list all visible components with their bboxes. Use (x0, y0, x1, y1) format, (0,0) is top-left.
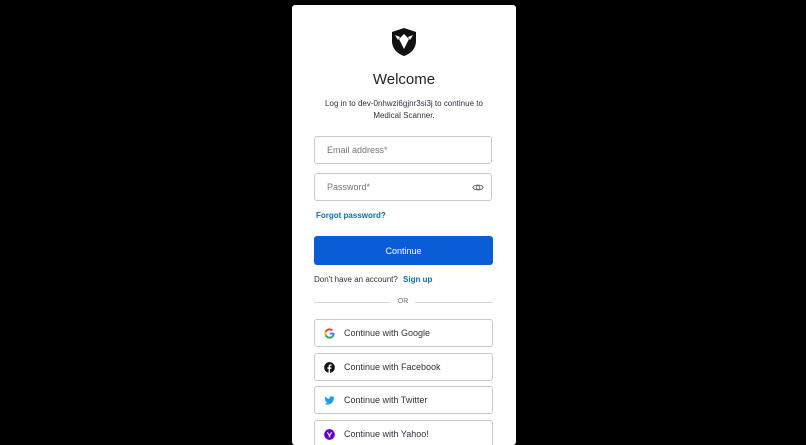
divider-line-left (314, 302, 391, 303)
google-icon (324, 328, 335, 339)
continue-with-facebook-button[interactable]: Continue with Facebook (314, 353, 493, 381)
forgot-password-link[interactable]: Forgot password? (316, 211, 386, 220)
yahoo-icon (324, 429, 335, 440)
signup-row: Don't have an account? Sign up (314, 275, 432, 284)
facebook-button-label: Continue with Facebook (344, 362, 441, 372)
google-button-label: Continue with Google (344, 328, 431, 338)
password-input[interactable] (315, 174, 491, 200)
login-card: Welcome Log in to dev-0nhwzi6gjnr3si3j t… (292, 5, 516, 445)
continue-with-yahoo-button[interactable]: Continue with Yahoo! (314, 420, 493, 445)
twitter-button-label: Continue with Twitter (344, 395, 428, 405)
shield-logo-icon (392, 28, 416, 56)
continue-with-google-button[interactable]: Continue with Google (314, 319, 493, 347)
no-account-text: Don't have an account? (314, 275, 398, 284)
continue-with-twitter-button[interactable]: Continue with Twitter (314, 386, 493, 414)
yahoo-button-label: Continue with Yahoo! (344, 429, 429, 439)
password-field[interactable] (314, 173, 492, 201)
login-subtitle: Log in to dev-0nhwzi6gjnr3si3j to contin… (325, 99, 483, 120)
email-field[interactable] (314, 136, 492, 164)
divider-or-text: OR (397, 298, 409, 305)
signup-link[interactable]: Sign up (403, 275, 432, 284)
eye-icon[interactable] (472, 183, 484, 192)
twitter-icon (324, 396, 335, 405)
facebook-icon (324, 362, 335, 373)
email-input[interactable] (315, 137, 491, 163)
divider-line-right (415, 302, 493, 303)
page-title: Welcome (372, 71, 436, 88)
continue-button[interactable]: Continue (314, 236, 493, 265)
